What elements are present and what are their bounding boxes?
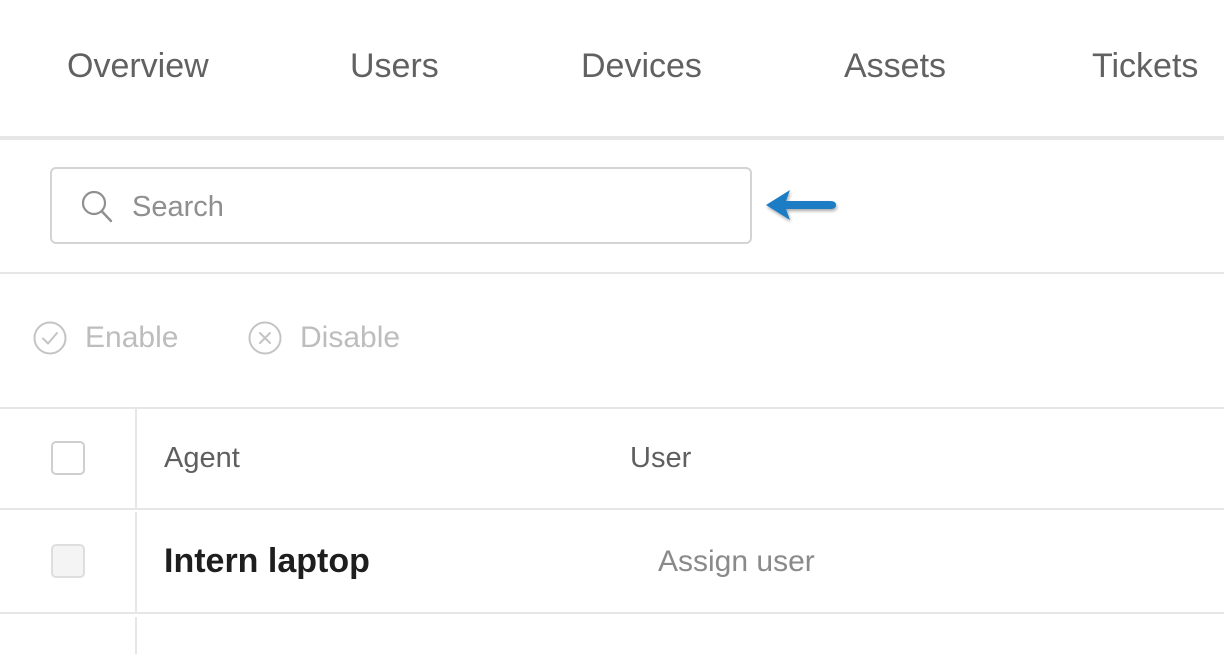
x-circle-icon: [248, 321, 282, 355]
tabs-divider: [0, 136, 1224, 140]
disable-label: Disable: [300, 321, 401, 354]
check-circle-icon: [33, 321, 67, 355]
actions-divider: [0, 407, 1224, 409]
column-divider: [135, 409, 137, 509]
agent-name[interactable]: Intern laptop: [164, 539, 370, 583]
search-divider: [0, 272, 1224, 274]
column-divider: [135, 617, 137, 654]
column-divider: [135, 512, 137, 612]
search-icon: [81, 190, 113, 223]
tab-assets[interactable]: Assets: [844, 44, 946, 88]
disable-button[interactable]: Disable: [247, 318, 400, 358]
arrow-left-icon: [766, 190, 836, 220]
assign-user-link[interactable]: Assign user: [658, 542, 815, 582]
tab-devices[interactable]: Devices: [581, 44, 702, 88]
tab-overview[interactable]: Overview: [67, 44, 209, 88]
search-input[interactable]: [130, 183, 734, 231]
column-header-agent[interactable]: Agent: [164, 438, 240, 478]
tab-bar: Overview Users Devices Assets Tickets: [0, 0, 1224, 136]
enable-button[interactable]: Enable: [32, 318, 178, 358]
select-all-checkbox[interactable]: [51, 441, 85, 475]
row-checkbox[interactable]: [51, 544, 85, 578]
column-header-user[interactable]: User: [630, 438, 691, 478]
tab-tickets[interactable]: Tickets: [1092, 44, 1198, 88]
row-divider: [0, 612, 1224, 614]
tab-users[interactable]: Users: [350, 44, 439, 88]
enable-label: Enable: [85, 321, 179, 354]
devices-page: Overview Users Devices Assets Tickets En: [0, 0, 1224, 654]
header-row-divider: [0, 508, 1224, 510]
search-box[interactable]: [50, 167, 752, 244]
